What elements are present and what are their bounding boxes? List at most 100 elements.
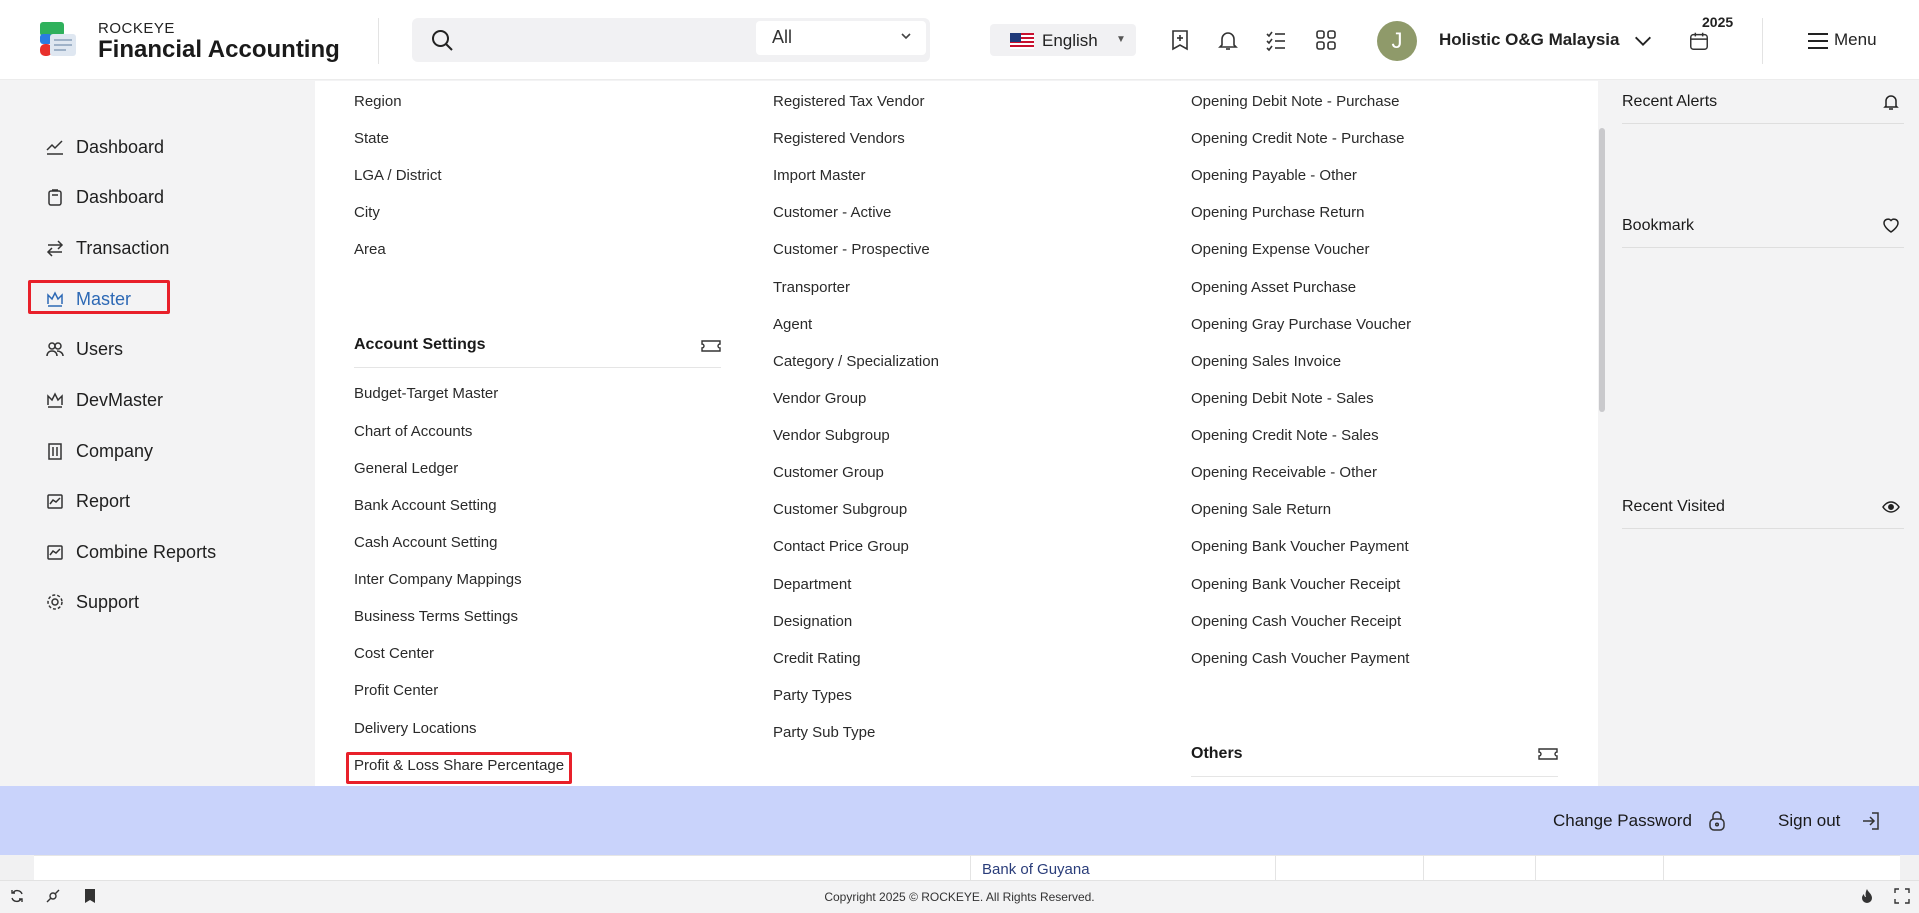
ticket-icon[interactable] [1538, 746, 1558, 762]
mega-scrollbar-thumb[interactable] [1599, 128, 1605, 412]
menu-item-vendor-group[interactable]: Vendor Group [773, 390, 866, 407]
menu-item-party-types[interactable]: Party Types [773, 687, 852, 704]
report-icon [47, 545, 63, 560]
chevron-down-icon[interactable] [1632, 30, 1654, 52]
hamburger-menu-icon[interactable] [1806, 29, 1830, 53]
menu-item-region[interactable]: Region [354, 93, 402, 110]
right-panel-divider [1622, 528, 1904, 529]
sidebar-item-transaction[interactable]: Transaction [46, 233, 169, 263]
heart-icon[interactable] [1882, 216, 1900, 234]
sign-out-icon[interactable] [1860, 810, 1882, 832]
section-title-account-settings: Account Settings [354, 336, 486, 353]
menu-item-customer-group[interactable]: Customer Group [773, 464, 884, 481]
menu-item-profit-center[interactable]: Profit Center [354, 682, 438, 699]
menu-item-credit-rating[interactable]: Credit Rating [773, 650, 861, 667]
eye-icon[interactable] [1882, 498, 1900, 516]
menu-item-registered-tax-vendor[interactable]: Registered Tax Vendor [773, 93, 925, 110]
company-name[interactable]: Holistic O&G Malaysia [1439, 30, 1619, 50]
sidebar-item-company[interactable]: Company [46, 436, 153, 466]
lock-icon[interactable] [1706, 810, 1728, 832]
ticket-icon[interactable] [701, 338, 721, 354]
language-label: English [1042, 31, 1098, 50]
bell-icon[interactable] [1882, 93, 1900, 111]
sidebar-item-combine-reports[interactable]: Combine Reports [46, 537, 216, 567]
sidebar-item-support[interactable]: Support [46, 587, 139, 617]
flame-icon[interactable] [1859, 888, 1875, 904]
language-select[interactable]: English ▼ [990, 24, 1136, 56]
trend-icon [46, 140, 63, 155]
menu-label[interactable]: Menu [1834, 30, 1877, 50]
menu-item-inter-company-mappings[interactable]: Inter Company Mappings [354, 571, 522, 588]
search-scope-value: All [772, 27, 793, 47]
menu-item-cost-center[interactable]: Cost Center [354, 645, 434, 662]
menu-item-registered-vendors[interactable]: Registered Vendors [773, 130, 905, 147]
menu-item-customer-prospective[interactable]: Customer - Prospective [773, 241, 930, 258]
menu-item-opening-sale-return[interactable]: Opening Sale Return [1191, 501, 1331, 518]
menu-item-opening-debit-note-sales[interactable]: Opening Debit Note - Sales [1191, 390, 1374, 407]
menu-item-lga-district[interactable]: LGA / District [354, 167, 442, 184]
menu-item-delivery-locations[interactable]: Delivery Locations [354, 720, 477, 737]
sidebar-item-users[interactable]: Users [46, 334, 123, 364]
menu-item-department[interactable]: Department [773, 576, 851, 593]
menu-item-opening-credit-note-sales[interactable]: Opening Credit Note - Sales [1191, 427, 1379, 444]
menu-item-opening-expense-voucher[interactable]: Opening Expense Voucher [1191, 241, 1369, 258]
menu-item-designation[interactable]: Designation [773, 613, 852, 630]
menu-item-opening-asset-purchase[interactable]: Opening Asset Purchase [1191, 279, 1356, 296]
menu-item-chart-of-accounts[interactable]: Chart of Accounts [354, 423, 472, 440]
menu-item-opening-bank-voucher-receipt[interactable]: Opening Bank Voucher Receipt [1191, 576, 1400, 593]
app-logo-icon[interactable] [38, 20, 78, 60]
menu-item-customer-subgroup[interactable]: Customer Subgroup [773, 501, 907, 518]
sidebar-item-report[interactable]: Report [46, 486, 130, 516]
table-column-divider [1423, 855, 1424, 880]
menu-item-opening-receivable-other[interactable]: Opening Receivable - Other [1191, 464, 1377, 481]
menu-item-contact-price-group[interactable]: Contact Price Group [773, 538, 909, 555]
sidebar-item-devmaster[interactable]: DevMaster [46, 385, 163, 415]
menu-item-opening-payable-other[interactable]: Opening Payable - Other [1191, 167, 1357, 184]
fullscreen-icon[interactable] [1894, 888, 1910, 904]
menu-item-category-specialization[interactable]: Category / Specialization [773, 353, 939, 370]
sidebar-item-dashboard[interactable]: Dashboard [46, 132, 164, 162]
menu-item-general-ledger[interactable]: General Ledger [354, 460, 458, 477]
menu-item-city[interactable]: City [354, 204, 380, 221]
change-password-button[interactable]: Change Password [1553, 811, 1692, 831]
table-cell-bank-name[interactable]: Bank of Guyana [982, 861, 1090, 878]
calendar-icon[interactable] [1688, 30, 1710, 52]
avatar[interactable]: J [1377, 21, 1417, 61]
menu-item-state[interactable]: State [354, 130, 389, 147]
bell-icon[interactable] [1216, 28, 1240, 52]
menu-item-opening-credit-note-purchase[interactable]: Opening Credit Note - Purchase [1191, 130, 1404, 147]
menu-item-agent[interactable]: Agent [773, 316, 812, 333]
swap-icon [46, 240, 64, 257]
checklist-icon[interactable] [1264, 28, 1288, 52]
menu-item-party-sub-type[interactable]: Party Sub Type [773, 724, 875, 741]
menu-item-opening-cash-voucher-receipt[interactable]: Opening Cash Voucher Receipt [1191, 613, 1401, 630]
menu-item-transporter[interactable]: Transporter [773, 279, 850, 296]
menu-item-opening-purchase-return[interactable]: Opening Purchase Return [1191, 204, 1364, 221]
search-scope-select[interactable]: All [756, 21, 926, 55]
menu-item-business-terms-settings[interactable]: Business Terms Settings [354, 608, 518, 625]
menu-item-opening-cash-voucher-payment[interactable]: Opening Cash Voucher Payment [1191, 650, 1409, 667]
menu-item-opening-sales-invoice[interactable]: Opening Sales Invoice [1191, 353, 1341, 370]
search-icon[interactable] [430, 28, 454, 52]
sidebar-item-label: Company [76, 440, 154, 461]
sign-out-button[interactable]: Sign out [1778, 811, 1840, 831]
building-icon [48, 443, 62, 460]
menu-item-area[interactable]: Area [354, 241, 386, 258]
apps-grid-icon[interactable] [1314, 28, 1338, 52]
menu-item-bank-account-setting[interactable]: Bank Account Setting [354, 497, 497, 514]
bookmark-add-icon[interactable] [1168, 28, 1192, 52]
crown-icon [47, 392, 63, 408]
menu-item-cash-account-setting[interactable]: Cash Account Setting [354, 534, 497, 551]
brand-title: Financial Accounting [98, 36, 340, 63]
menu-item-opening-bank-voucher-payment[interactable]: Opening Bank Voucher Payment [1191, 538, 1409, 555]
top-header: ROCKEYE Financial Accounting All English… [0, 0, 1919, 80]
menu-item-opening-debit-note-purchase[interactable]: Opening Debit Note - Purchase [1191, 93, 1399, 110]
sidebar-item-dashboard-2[interactable]: Dashboard [46, 182, 164, 212]
table-column-divider [1535, 855, 1536, 880]
menu-item-customer-active[interactable]: Customer - Active [773, 204, 891, 221]
menu-item-import-master[interactable]: Import Master [773, 167, 866, 184]
menu-item-opening-gray-purchase-voucher[interactable]: Opening Gray Purchase Voucher [1191, 316, 1411, 333]
sidebar-item-label: Report [76, 490, 131, 511]
menu-item-budget-target-master[interactable]: Budget-Target Master [354, 385, 498, 402]
menu-item-vendor-subgroup[interactable]: Vendor Subgroup [773, 427, 890, 444]
